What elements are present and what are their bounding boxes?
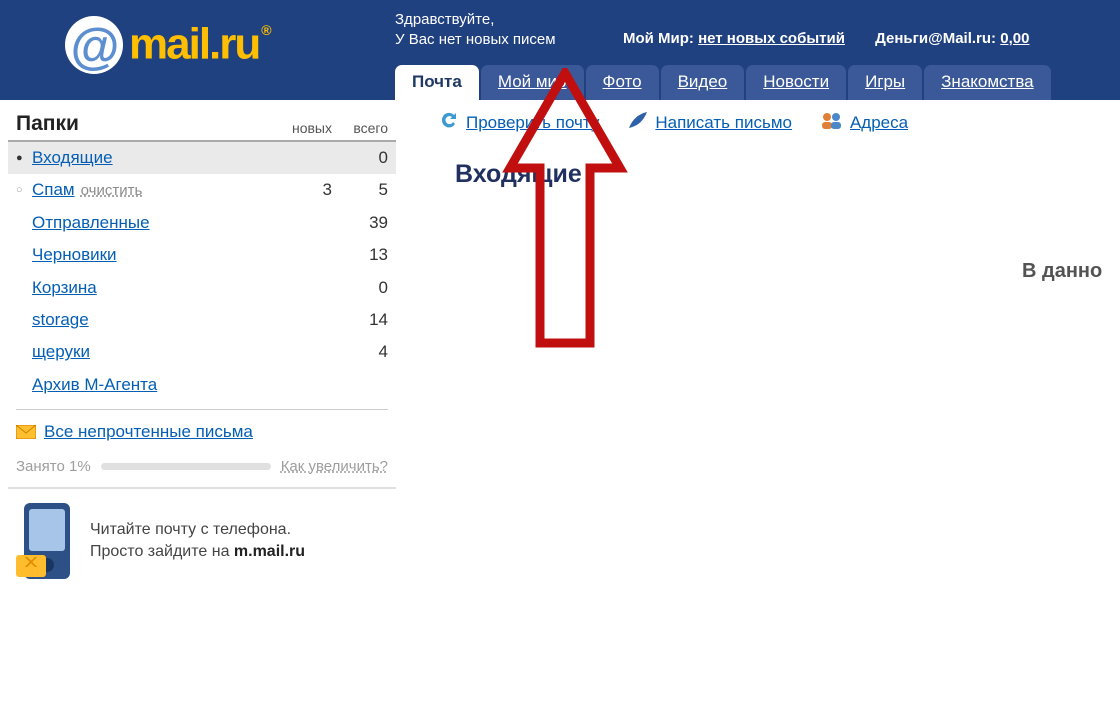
tab-games[interactable]: Игры — [848, 65, 922, 100]
moymir-link[interactable]: нет новых событий — [698, 30, 845, 47]
tab-news[interactable]: Новости — [746, 65, 846, 100]
folder-label[interactable]: Спам — [32, 180, 75, 200]
tab-video[interactable]: Видео — [661, 65, 745, 100]
greeting: Здравствуйте, У Вас нет новых писем — [395, 10, 556, 50]
folder-total-count: 14 — [332, 310, 388, 330]
folder-trash[interactable]: ● Корзина 0 — [8, 272, 396, 304]
bullet-icon: ○ — [16, 184, 32, 197]
header-right: Мой Мир: нет новых событий Деньги@Mail.r… — [623, 30, 1055, 47]
promo-line1: Читайте почту с телефона. — [90, 519, 305, 541]
moymir-status[interactable]: Мой Мир: нет новых событий — [623, 30, 849, 47]
folder-custom[interactable]: ● щеруки 4 — [8, 336, 396, 368]
greeting-line2: У Вас нет новых писем — [395, 30, 556, 50]
unread-link[interactable]: Все непрочтенные письма — [44, 422, 253, 442]
promo-line2a: Просто зайдите на — [90, 543, 234, 560]
contacts-label[interactable]: Адреса — [850, 113, 908, 133]
folders-col-total: всего — [332, 120, 388, 136]
folders-header: Папки новых всего — [8, 102, 396, 142]
folder-storage[interactable]: ● storage 14 — [8, 304, 396, 336]
unread-link-row: Все непрочтенные письма — [8, 418, 396, 446]
money-link[interactable]: 0,00 — [1000, 30, 1029, 47]
mail-toolbar: Проверить почту Написать письмо Адреса — [438, 110, 908, 135]
folder-label[interactable]: Отправленные — [32, 213, 150, 233]
tabs: Почта Мой мир Фото Видео Новости Игры Зн… — [395, 65, 1051, 100]
promo-text: Читайте почту с телефона. Просто зайдите… — [90, 519, 305, 564]
page-title: Входящие — [455, 160, 582, 189]
header: @mail.ru® Здравствуйте, У Вас нет новых … — [0, 0, 1120, 100]
feather-icon — [627, 110, 649, 135]
divider — [8, 487, 396, 489]
folder-drafts[interactable]: ● Черновики 13 — [8, 239, 396, 271]
tab-dating[interactable]: Знакомства — [924, 65, 1050, 100]
bullet-icon: ● — [16, 152, 32, 165]
money-label: Деньги@Mail.ru: — [875, 30, 996, 47]
logo-reg-icon: ® — [261, 22, 269, 38]
folder-label[interactable]: Корзина — [32, 278, 97, 298]
promo-domain: m.mail.ru — [234, 543, 305, 560]
tab-photo[interactable]: Фото — [586, 65, 659, 100]
folder-label[interactable]: Входящие — [32, 148, 113, 168]
people-icon — [820, 110, 844, 135]
moymir-label: Мой Мир: — [623, 30, 694, 47]
money-status[interactable]: Деньги@Mail.ru: 0,00 — [875, 30, 1029, 47]
folder-total-count: 0 — [332, 278, 388, 298]
check-mail-button[interactable]: Проверить почту — [438, 110, 599, 135]
folder-label[interactable]: Черновики — [32, 245, 117, 265]
folder-total-count: 4 — [332, 342, 388, 362]
folder-label[interactable]: щеруки — [32, 342, 90, 362]
folder-label[interactable]: Архив М-Агента — [32, 375, 157, 395]
clear-spam-link[interactable]: очистить — [81, 182, 143, 200]
compose-button[interactable]: Написать письмо — [627, 110, 792, 135]
storage-track — [101, 463, 271, 470]
folder-magent-archive[interactable]: ● Архив М-Агента — [8, 369, 396, 401]
folder-new-count: 3 — [270, 180, 332, 200]
storage-usage: Занято 1% Как увеличить? — [8, 446, 396, 481]
refresh-icon — [438, 110, 460, 135]
divider — [16, 409, 388, 410]
check-mail-label[interactable]: Проверить почту — [466, 113, 599, 133]
folder-total-count: 0 — [332, 148, 388, 168]
folder-inbox[interactable]: ● Входящие 0 — [8, 142, 396, 174]
storage-more-link[interactable]: Как увеличить? — [281, 458, 388, 475]
contacts-button[interactable]: Адреса — [820, 110, 908, 135]
folder-sent[interactable]: ● Отправленные 39 — [8, 207, 396, 239]
tab-moymir[interactable]: Мой мир — [481, 65, 584, 100]
mobile-promo[interactable]: Читайте почту с телефона. Просто зайдите… — [8, 503, 396, 585]
phone-icon — [16, 503, 70, 579]
logo-at-icon: @ — [65, 16, 123, 74]
folders-title: Папки — [16, 112, 270, 136]
tab-mail[interactable]: Почта — [395, 65, 479, 100]
empty-state-text: В данно — [1022, 260, 1102, 283]
storage-used-label: Занято 1% — [16, 458, 91, 475]
compose-label[interactable]: Написать письмо — [655, 113, 792, 133]
envelope-icon — [16, 425, 36, 439]
folder-total-count: 13 — [332, 245, 388, 265]
folder-total-count: 5 — [332, 180, 388, 200]
site-logo[interactable]: @mail.ru® — [65, 18, 268, 76]
folder-total-count: 39 — [332, 213, 388, 233]
sidebar: Папки новых всего ● Входящие 0 ○ Спам оч… — [8, 102, 396, 585]
logo-text: mail.ru — [129, 20, 259, 69]
folder-label[interactable]: storage — [32, 310, 89, 330]
folders-col-new: новых — [270, 120, 332, 136]
folder-spam[interactable]: ○ Спам очистить 3 5 — [8, 174, 396, 206]
greeting-line1: Здравствуйте, — [395, 10, 556, 30]
